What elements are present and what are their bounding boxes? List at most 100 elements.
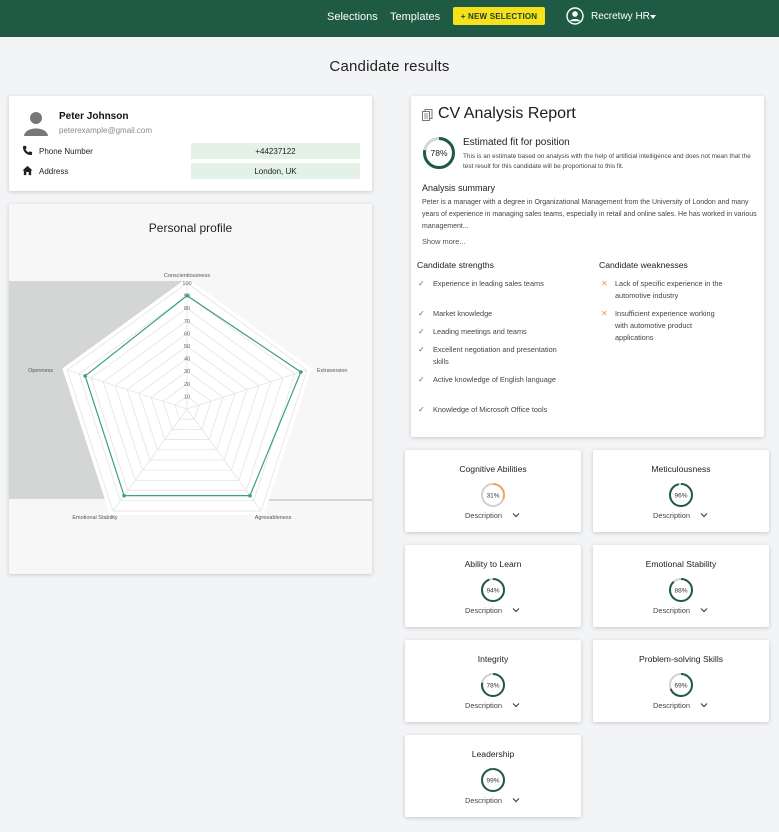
radar-data-point <box>185 293 189 298</box>
score-ring: 31% <box>481 483 505 507</box>
phone-icon <box>22 145 33 156</box>
strengths-title: Candidate strengths <box>417 260 494 270</box>
description-toggle[interactable]: Description <box>465 701 502 710</box>
score-percent: 94% <box>486 588 499 595</box>
radar-axis-label: Emotional Stability <box>72 515 117 521</box>
score-card: Meticulousness 96% Description <box>593 450 769 532</box>
document-icon <box>422 109 433 121</box>
radar-tick-label: 60 <box>184 331 190 337</box>
score-ring: 88% <box>669 578 693 602</box>
address-label: Address <box>39 167 69 176</box>
chevron-down-icon[interactable] <box>700 511 708 519</box>
radar-chart: 102030405060708090100ConscientiousnessEx… <box>9 269 372 563</box>
chevron-down-icon[interactable] <box>512 511 520 519</box>
description-toggle[interactable]: Description <box>465 606 502 615</box>
radar-tick-label: 80 <box>184 306 190 312</box>
summary-text: Peter is a manager with a degree in Orga… <box>422 199 757 230</box>
top-navigation-bar: Selections Templates + NEW SELECTION Rec… <box>0 0 779 37</box>
check-icon: ✓ <box>418 375 425 384</box>
personal-profile-card: Personal profile 102030405060708090100Co… <box>9 204 372 574</box>
score-percent: 78% <box>486 683 499 690</box>
phone-value: +44237122 <box>191 143 360 159</box>
check-icon: ✓ <box>418 309 425 318</box>
radar-tick-label: 30 <box>184 369 190 375</box>
page-title: Candidate results <box>329 58 450 75</box>
summary-title: Analysis summary <box>422 183 496 193</box>
score-title: Integrity <box>477 654 509 664</box>
description-toggle[interactable]: Description <box>465 511 502 520</box>
cv-analysis-card: CV Analysis Report 78% Estimated fit for… <box>411 96 764 437</box>
home-icon <box>22 165 33 176</box>
radar-data-point <box>299 370 303 374</box>
candidate-name: Peter Johnson <box>59 111 129 122</box>
check-icon: ✓ <box>418 405 425 414</box>
score-ring: 99% <box>481 768 505 792</box>
radar-tick-label: 10 <box>184 394 190 400</box>
user-account-icon[interactable] <box>566 7 584 25</box>
score-title: Meticulousness <box>651 464 711 474</box>
strength-item: Active knowledge of English language <box>433 375 556 384</box>
chevron-down-icon[interactable] <box>512 606 520 614</box>
address-value: London, UK <box>191 163 360 179</box>
score-percent: 99% <box>486 778 499 785</box>
score-title: Problem-solving Skills <box>638 654 724 664</box>
candidate-contact-card: Peter Johnson peterexample@gmail.com Pho… <box>9 96 372 191</box>
radar-axis-label: Conscientiousness <box>164 273 210 279</box>
score-percent: 88% <box>674 588 687 595</box>
user-menu-name[interactable]: Recretwy HR <box>591 11 650 22</box>
candidate-email: peterexample@gmail.com <box>59 126 153 135</box>
chevron-down-icon[interactable] <box>512 701 520 709</box>
score-ring: 96% <box>669 483 693 507</box>
score-title: Leadership <box>471 749 515 759</box>
avatar-icon <box>24 112 48 136</box>
score-title: Emotional Stability <box>645 559 717 569</box>
radar-data-point <box>122 493 126 498</box>
score-card: Integrity 78% Description <box>405 640 581 722</box>
fit-percent-label: 78% <box>430 148 447 158</box>
description-toggle[interactable]: Description <box>653 606 690 615</box>
radar-chart-area: 102030405060708090100ConscientiousnessEx… <box>9 269 372 563</box>
score-title: Cognitive Abilities <box>459 464 527 474</box>
cross-icon: ✕ <box>601 279 608 288</box>
description-toggle[interactable]: Description <box>465 796 502 805</box>
strength-item: Excellent negotiation and presentation s… <box>433 345 557 366</box>
caret-down-icon[interactable] <box>650 15 656 19</box>
chevron-down-icon[interactable] <box>700 606 708 614</box>
score-title: Ability to Learn <box>464 559 522 569</box>
radar-tick-label: 20 <box>184 382 190 388</box>
fit-title: Estimated fit for position <box>463 137 570 148</box>
score-card: Leadership 99% Description <box>405 735 581 817</box>
score-ring: 69% <box>669 673 693 697</box>
strength-item: Leading meetings and teams <box>433 327 527 336</box>
score-ring: 78% <box>481 673 505 697</box>
score-percent: 31% <box>486 493 499 500</box>
phone-label: Phone Number <box>39 147 93 156</box>
radar-data-point <box>248 493 252 498</box>
strength-item: Experience in leading sales teams <box>433 279 544 288</box>
check-icon: ✓ <box>418 279 425 288</box>
radar-axis-label: Extraversion <box>317 368 348 374</box>
chevron-down-icon[interactable] <box>512 796 520 804</box>
description-toggle[interactable]: Description <box>653 701 690 710</box>
show-more-link[interactable]: Show more... <box>422 237 466 246</box>
radar-tick-label: 50 <box>184 344 190 350</box>
score-percent: 96% <box>674 493 687 500</box>
radar-data-point <box>83 374 87 378</box>
description-toggle[interactable]: Description <box>653 511 690 520</box>
weakness-item: Insufficient experience working with aut… <box>615 309 715 342</box>
score-card: Problem-solving Skills 69% Description <box>593 640 769 722</box>
strength-item: Knowledge of Microsoft Office tools <box>433 405 548 414</box>
nav-selections-link[interactable]: Selections <box>327 11 378 23</box>
strength-item: Market knowledge <box>433 309 493 318</box>
chevron-down-icon[interactable] <box>700 701 708 709</box>
check-icon: ✓ <box>418 327 425 336</box>
radar-tick-label: 40 <box>184 357 190 363</box>
score-percent: 69% <box>674 683 687 690</box>
radar-axis-label: Openness <box>28 368 53 374</box>
new-selection-button[interactable]: + NEW SELECTION <box>453 7 545 25</box>
nav-templates-link[interactable]: Templates <box>390 11 440 23</box>
check-icon: ✓ <box>418 345 425 354</box>
cv-report-title: CV Analysis Report <box>438 105 576 122</box>
radar-tick-label: 100 <box>182 281 191 287</box>
cross-icon: ✕ <box>601 309 608 318</box>
